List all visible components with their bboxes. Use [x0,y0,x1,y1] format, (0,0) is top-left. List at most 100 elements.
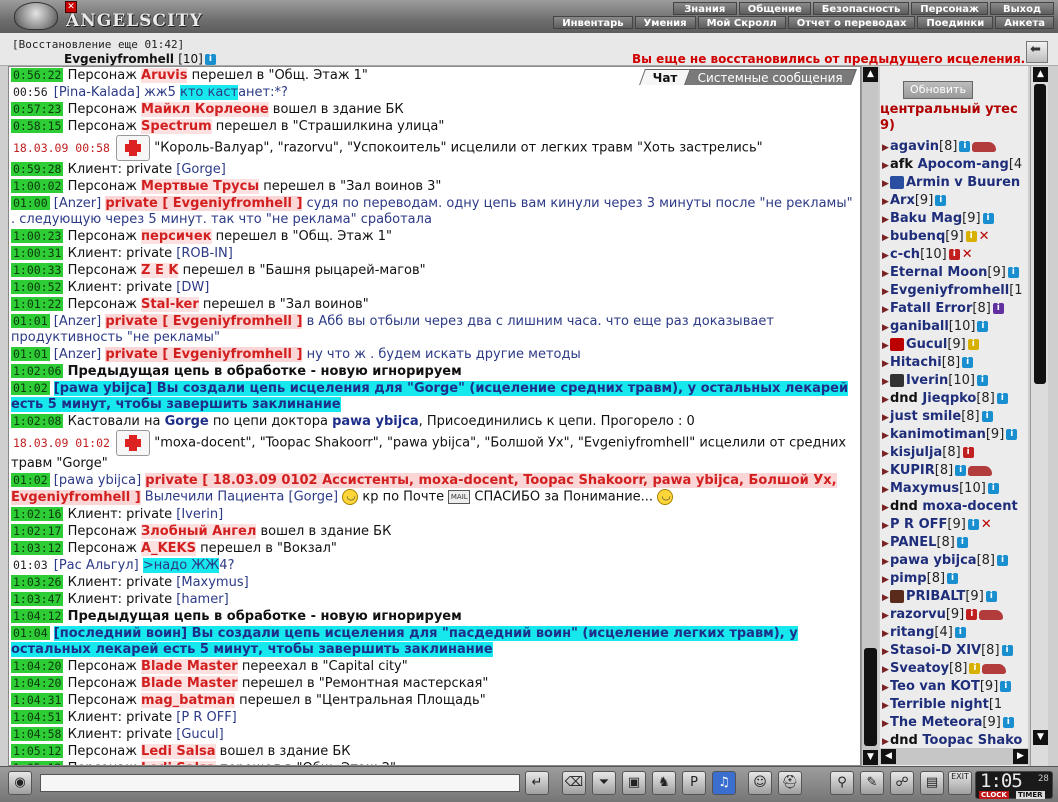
user-name[interactable]: P R OFF [890,517,947,532]
clock-label[interactable]: CLOCK [979,791,1009,799]
private-arrow-icon[interactable]: ▶ [882,679,890,697]
info-icon[interactable]: i [966,609,978,620]
user-name[interactable]: Toopac Shako [922,733,1022,748]
user-name[interactable]: Teo van KOT [890,679,980,694]
user-name[interactable]: pimp [890,571,927,586]
info-icon[interactable]: i [1002,717,1014,728]
timestamp[interactable]: 1:04:20 [11,658,64,673]
user-name[interactable]: Evgeniyfromhell [890,283,1009,298]
character-name[interactable]: Z E K [141,263,179,278]
info-icon[interactable]: i [962,357,974,368]
timestamp[interactable]: 18.03.09 00:58 [11,141,112,155]
info-icon[interactable]: i [1001,645,1013,656]
timestamp[interactable]: 1:04:31 [11,692,64,707]
info-icon[interactable]: i [965,231,977,242]
private-arrow-icon[interactable]: ▶ [882,391,890,409]
user-name[interactable]: Maxymus [890,481,959,496]
user-name[interactable]: PRIBALT [906,589,965,604]
private-name[interactable]: [ROB-IN] [176,246,233,261]
user-row[interactable]: ▶Baku Mag[9] i [882,210,1028,228]
user-name[interactable]: Terrible night [890,697,989,712]
private-arrow-icon[interactable]: ▶ [882,445,890,463]
character-name[interactable]: Мертвые Трусы [141,179,260,194]
user-row[interactable]: ▶Arx[9] i [882,192,1028,210]
user-row[interactable]: ▶c-ch[10] i ✕ [882,246,1028,264]
sender-name[interactable]: [Рас Альгул] [54,558,139,573]
timestamp[interactable]: 1:00:02 [11,179,64,193]
save-log-icon[interactable]: ▣ [622,771,646,795]
user-row[interactable]: ▶ganiball[10] i [882,318,1028,336]
info-icon[interactable]: i [956,537,968,548]
user-name[interactable]: Apocom-ang [918,157,1009,172]
user-name[interactable]: ganiball [890,319,949,334]
filter-icon[interactable]: ⏷ [592,771,616,795]
music-icon[interactable]: ♫ [712,771,736,795]
private-name[interactable]: [Maxymus] [176,575,248,590]
user-name[interactable]: Eternal Moon [890,265,987,280]
user-row[interactable]: ▶PANEL[8] i [882,534,1028,552]
user-name[interactable]: Hitachi [890,355,942,370]
character-name[interactable]: Ledi Salsa [141,743,216,759]
timestamp[interactable]: 01:00 [11,196,50,210]
refresh-button[interactable]: Обновить [903,81,973,99]
user-name[interactable]: Arx [890,193,915,208]
info-icon[interactable]: i [992,303,1004,314]
info-icon[interactable]: i [948,249,960,260]
user-row[interactable]: ▶just smile[8] i [882,408,1028,426]
private-arrow-icon[interactable]: ▶ [882,211,890,229]
info-icon[interactable]: i [954,627,966,638]
back-arrow-button[interactable] [1026,41,1048,63]
user-row[interactable]: ▶Evgeniyfromhell[1 [882,282,1028,300]
timestamp[interactable]: 1:03:47 [11,591,64,606]
user-name[interactable]: Stasoi-D XIV [890,643,981,658]
submenu-item[interactable]: Отчет о переводах [787,16,916,29]
private-arrow-icon[interactable]: ▶ [882,229,890,247]
info-icon[interactable]: i [996,393,1008,404]
bag-icon[interactable]: ⚲ [830,771,854,795]
user-name[interactable]: Sveatoy [890,661,949,676]
private-recipient[interactable]: private [ Evgeniyfromhell ] [105,314,303,329]
user-row[interactable]: ▶Eternal Moon[9] i [882,264,1028,282]
menu-item[interactable]: Выход [990,2,1054,15]
private-arrow-icon[interactable]: ▶ [882,697,890,715]
private-arrow-icon[interactable]: ▶ [882,247,890,265]
private-arrow-icon[interactable]: ▶ [882,517,890,535]
private-arrow-icon[interactable]: ▶ [882,715,890,733]
private-arrow-icon[interactable]: ▶ [882,193,890,211]
info-icon[interactable]: i [204,54,216,65]
submenu-item[interactable]: Умения [634,16,696,29]
scroll-up-button[interactable]: ▲ [1033,67,1048,82]
user-name[interactable]: ritang [890,625,934,640]
smiley-icon[interactable]: ☺ [748,771,772,795]
user-row[interactable]: ▶ Armin v Buuren [882,174,1028,192]
user-row[interactable]: ▶pawa ybijca[8] i [882,552,1028,570]
user-name[interactable]: kanimotiman [890,427,986,442]
character-name[interactable]: Майкл Корлеоне [141,102,269,117]
scroll-up-button[interactable]: ▲ [863,67,878,82]
private-arrow-icon[interactable]: ▶ [882,355,890,373]
private-arrow-icon[interactable]: ▶ [882,535,890,553]
private-name[interactable]: [Iverin] [176,507,223,522]
user-row[interactable]: ▶agavin[8] i [882,138,1028,156]
private-arrow-icon[interactable]: ▶ [882,265,890,283]
user-name[interactable]: The Meteora [890,715,982,730]
info-icon[interactable]: i [955,465,967,476]
private-arrow-icon[interactable]: ▶ [882,463,890,481]
map-icon[interactable]: ☍ [890,771,914,795]
timestamp[interactable]: 00:56 [11,85,50,99]
info-icon[interactable]: i [977,321,989,332]
info-icon[interactable]: i [981,411,993,422]
private-recipient[interactable]: private [ Evgeniyfromhell ] [105,347,303,362]
info-icon[interactable]: i [976,375,988,386]
user-row[interactable]: ▶Stasoi-D XIV[8] i [882,642,1028,660]
user-row[interactable]: ▶kanimotiman[9] i [882,426,1028,444]
character-name[interactable]: A_KEKS [141,540,196,556]
timestamp[interactable]: 1:04:58 [11,726,64,741]
info-icon[interactable]: i [935,195,947,206]
eraser-icon[interactable]: ⌫ [562,771,586,795]
scroll-right-button[interactable]: ▶ [1013,749,1028,764]
helmet-icon[interactable]: ⛑ [778,771,802,795]
menu-item[interactable]: Персонаж [911,2,988,15]
private-recipient[interactable]: private [ Evgeniyfromhell ] [105,196,303,211]
submenu-item[interactable]: Инвентарь [553,16,633,29]
